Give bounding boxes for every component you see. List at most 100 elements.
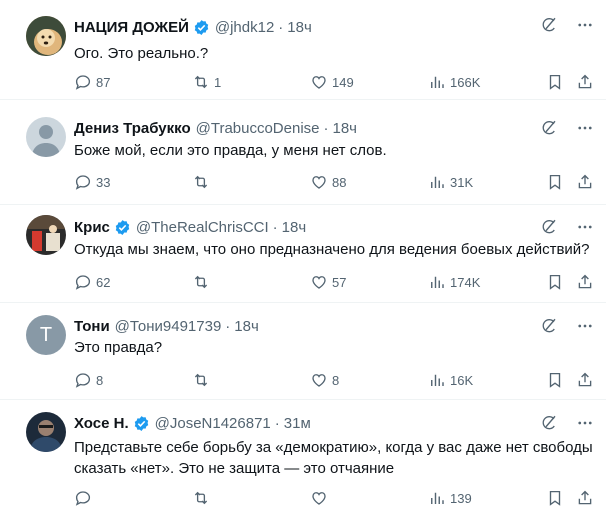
reply-button[interactable]: 62 xyxy=(74,272,110,292)
like-button[interactable]: 8 xyxy=(310,370,339,390)
author-handle[interactable]: @TheRealChrisCCI xyxy=(136,219,269,236)
heart-icon xyxy=(312,76,326,89)
more-icon[interactable] xyxy=(576,16,594,34)
like-button[interactable]: 88 xyxy=(310,172,346,192)
reply-button[interactable]: 87 xyxy=(74,72,110,92)
repost-button[interactable] xyxy=(192,370,214,390)
post-header: Дениз Трабукко @TrabuccoDenise · 18ч xyxy=(74,117,357,139)
repost-button[interactable] xyxy=(192,488,214,508)
post-time[interactable]: 18ч xyxy=(333,120,358,137)
repost-icon xyxy=(194,275,208,289)
like-button[interactable]: 57 xyxy=(310,272,346,292)
views-button[interactable]: 174K xyxy=(428,272,480,292)
post[interactable]: T Тони @Тони9491739 · 18ч Это правда? 8 … xyxy=(0,303,606,400)
author-handle[interactable]: @TrabuccoDenise xyxy=(196,120,320,137)
like-button[interactable]: 149 xyxy=(310,72,354,92)
avatar[interactable] xyxy=(26,117,66,157)
bookmark-icon xyxy=(549,490,561,506)
post-actions: 8 8 16K xyxy=(74,370,594,390)
views-button[interactable]: 166K xyxy=(428,72,480,92)
separator-dot: · xyxy=(323,119,329,137)
post[interactable]: Крис @TheRealChrisCCI · 18ч Откуда мы зн… xyxy=(0,205,606,303)
bookmark-button[interactable] xyxy=(546,72,564,92)
post-text: Ого. Это реально.? xyxy=(74,45,209,62)
avatar[interactable] xyxy=(26,412,66,452)
repost-button[interactable]: 1 xyxy=(192,72,221,92)
share-icon xyxy=(578,490,592,505)
post[interactable]: НАЦИЯ ДОЖЕЙ @jhdk12 · 18ч Ого. Это реаль… xyxy=(0,0,606,100)
reply-icon xyxy=(75,373,91,388)
reply-count: 87 xyxy=(96,74,111,90)
more-icon[interactable] xyxy=(576,414,594,432)
share-button[interactable] xyxy=(576,370,594,390)
reply-count: 62 xyxy=(96,274,111,290)
post-text: Представьте себе борьбу за «демократию»,… xyxy=(74,439,593,477)
views-icon xyxy=(431,276,444,288)
reply-count: 8 xyxy=(96,372,104,388)
author-name[interactable]: Дениз Трабукко xyxy=(74,120,191,137)
post[interactable]: Дениз Трабукко @TrabuccoDenise · 18ч Бож… xyxy=(0,100,606,205)
views-icon xyxy=(431,374,444,386)
share-button[interactable] xyxy=(576,272,594,292)
view-count: 31K xyxy=(450,174,474,190)
verified-badge-icon xyxy=(115,219,130,235)
post-time[interactable]: 18ч xyxy=(234,318,259,335)
post-time[interactable]: 31м xyxy=(284,415,311,432)
reply-button[interactable]: 33 xyxy=(74,172,110,192)
views-button[interactable]: 31K xyxy=(428,172,473,192)
like-count: 57 xyxy=(332,274,347,290)
grok-icon[interactable] xyxy=(540,119,558,137)
views-button[interactable]: 16K xyxy=(428,370,473,390)
separator-dot: · xyxy=(274,414,280,432)
more-icon[interactable] xyxy=(576,317,594,335)
author-handle[interactable]: @Тони9491739 xyxy=(115,318,222,335)
bookmark-button[interactable] xyxy=(546,172,564,192)
author-name[interactable]: Крис xyxy=(74,219,110,236)
bookmark-button[interactable] xyxy=(546,370,564,390)
repost-button[interactable] xyxy=(192,172,214,192)
post-time[interactable]: 18ч xyxy=(287,19,312,36)
post-top-icons xyxy=(540,119,594,137)
author-handle[interactable]: @jhdk12 xyxy=(215,19,274,36)
avatar[interactable]: T xyxy=(26,315,66,355)
avatar[interactable] xyxy=(26,215,66,255)
post-actions: 139 xyxy=(74,488,594,508)
separator-dot: · xyxy=(272,218,278,236)
more-icon[interactable] xyxy=(576,218,594,236)
post-time[interactable]: 18ч xyxy=(282,219,307,236)
separator-dot: · xyxy=(225,317,231,335)
reply-icon xyxy=(75,491,91,506)
repost-icon xyxy=(194,373,208,387)
author-name[interactable]: Хосе Н. xyxy=(74,415,129,432)
grok-icon[interactable] xyxy=(540,317,558,335)
bookmark-button[interactable] xyxy=(546,488,564,508)
views-icon xyxy=(431,492,444,504)
post-header: НАЦИЯ ДОЖЕЙ @jhdk12 · 18ч xyxy=(74,16,312,38)
reply-icon xyxy=(75,75,91,90)
repost-button[interactable] xyxy=(192,272,214,292)
reply-button[interactable] xyxy=(74,488,96,508)
heart-icon xyxy=(312,176,326,189)
post[interactable]: Хосе Н. @JoseN1426871 · 31м Представьте … xyxy=(0,400,606,521)
author-name[interactable]: НАЦИЯ ДОЖЕЙ xyxy=(74,19,189,36)
share-icon xyxy=(578,74,592,89)
bookmark-button[interactable] xyxy=(546,272,564,292)
like-button[interactable] xyxy=(310,488,332,508)
share-button[interactable] xyxy=(576,72,594,92)
grok-icon[interactable] xyxy=(540,218,558,236)
post-top-icons xyxy=(540,414,594,432)
heart-icon xyxy=(312,276,326,289)
reply-button[interactable]: 8 xyxy=(74,370,103,390)
bookmark-icon xyxy=(549,372,561,388)
grok-icon[interactable] xyxy=(540,414,558,432)
author-handle[interactable]: @JoseN1426871 xyxy=(155,415,271,432)
share-button[interactable] xyxy=(576,172,594,192)
views-button[interactable]: 139 xyxy=(428,488,472,508)
heart-icon xyxy=(312,492,326,505)
share-icon xyxy=(578,372,592,387)
share-button[interactable] xyxy=(576,488,594,508)
more-icon[interactable] xyxy=(576,119,594,137)
grok-icon[interactable] xyxy=(540,16,558,34)
avatar[interactable] xyxy=(26,16,66,56)
author-name[interactable]: Тони xyxy=(74,318,110,335)
